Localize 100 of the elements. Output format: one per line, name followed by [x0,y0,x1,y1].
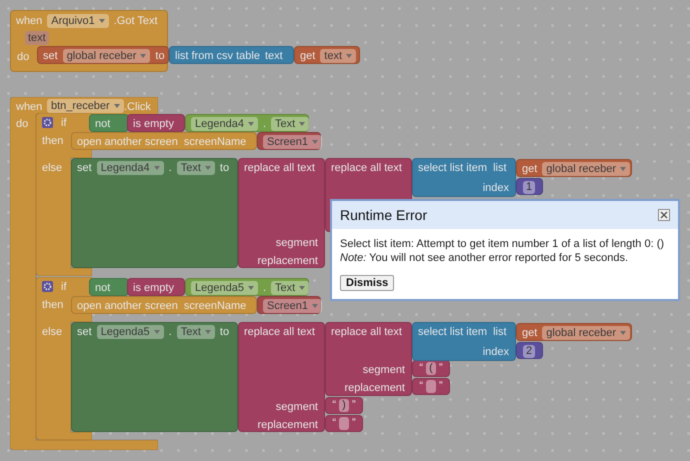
block-label: .Got Text [114,14,158,29]
block-label: “ [419,379,423,394]
text-field[interactable]: ( [426,362,436,375]
number-field[interactable]: 2 [523,345,536,358]
dropdown-field[interactable]: Text [176,161,215,175]
block-label: replacement [344,381,405,396]
dropdown-field[interactable]: Legenda5 [96,325,164,339]
caret-icon [248,122,254,126]
gear-icon[interactable] [42,281,53,292]
dropdown-field[interactable]: Legenda5 [191,281,258,295]
block-label: if [61,116,66,131]
block-label: set [77,160,92,176]
block-label: set [43,48,58,64]
dropdown-field[interactable]: global receber [62,49,150,63]
error-message: Select list item: Attempt to get item number 1 of a list of length 0: () [340,237,666,251]
dropdown-field[interactable]: Screen1 [263,299,322,313]
block-label: do [17,50,30,65]
block-label: index [482,345,509,360]
block-label: list [493,160,507,176]
block-label: to [220,160,230,176]
block-label: index [482,181,509,196]
dropdown-field[interactable]: Screen1 [263,135,322,149]
block-label: get [522,162,538,177]
block-label: select list item [418,160,488,176]
block-label: when [16,100,42,115]
caret-icon [312,140,318,144]
caret-icon [154,166,160,170]
block-label: select list item [418,324,488,340]
dropdown-field[interactable]: global receber [542,326,630,340]
caret-icon [140,54,146,58]
caret-icon [248,286,254,290]
block-label: to [220,324,230,340]
block-label: else [42,325,62,340]
caret-icon [98,19,105,23]
block-label: . [168,160,172,176]
block-label: open another screen [77,134,178,150]
block-label: “ [332,416,336,432]
text-field[interactable] [426,380,436,393]
dropdown-field[interactable]: Text [271,117,310,131]
dropdown-field[interactable]: Legenda4 [96,161,164,175]
block-label: text [264,48,283,64]
block-label: replacement [257,418,318,433]
dismiss-button[interactable]: Dismiss [340,275,394,291]
caret-icon [312,304,318,308]
block-label: screenName [184,298,246,314]
block-label: .Click [124,100,151,115]
block-label: not [95,280,110,296]
block-label: replace all text [244,160,315,176]
block-label: is empty [133,280,174,296]
block-label: is empty [133,116,174,132]
block-label: screenName [184,134,246,150]
close-button[interactable] [658,209,670,221]
gear-icon[interactable] [42,117,53,128]
close-icon [660,211,668,219]
dropdown-field[interactable]: btn_receber [47,99,124,113]
caret-icon [620,167,626,171]
number-field[interactable]: 1 [523,181,536,194]
block-label: do [16,117,28,132]
block-label: segment [276,236,318,251]
block-label: ” [439,379,443,394]
caret-icon [154,330,160,334]
dropdown-field[interactable]: Arquivo1 [47,14,109,28]
text-field[interactable]: ) [339,399,349,412]
block-label: get [522,326,538,341]
block-label: else [42,161,62,176]
dialog-title: Runtime Error [340,206,428,224]
caret-icon [346,54,352,58]
block-label: segment [362,363,405,378]
block-label: then [42,134,64,149]
block-label: . [262,280,266,296]
caret-icon [204,330,211,334]
block-label: then [42,298,64,313]
dropdown-field[interactable]: Text [176,325,215,339]
block-label: “ [419,361,423,376]
block-label: not [95,116,110,132]
caret-icon [299,122,306,126]
text-field[interactable] [339,417,349,430]
dropdown-field[interactable]: Legenda4 [191,117,258,131]
block-label: set [77,324,92,340]
caret-icon [299,286,306,290]
caret-icon [114,104,120,108]
dropdown-field[interactable]: text [320,49,356,63]
block-label: replace all text [244,324,315,340]
block-label: ” [352,416,356,432]
parameter-chip: text [25,31,49,45]
block-label: to [155,48,165,64]
block-label: “ [332,398,336,414]
block-label: replace all text [331,324,402,340]
block-label: ” [352,398,356,414]
dropdown-field[interactable]: Text [271,281,310,295]
block-label: get [300,48,316,64]
block-label: ” [439,361,443,376]
block-label: replacement [257,254,318,269]
block-label: open another screen [77,298,178,314]
block-label: list [493,324,507,340]
caret-icon [204,166,211,170]
block-label: list from csv table [175,48,260,64]
block-label: when [16,14,42,29]
dropdown-field[interactable]: global receber [542,162,630,176]
error-note: Note: You will not see another error reported for 5 seconds. [340,251,630,265]
